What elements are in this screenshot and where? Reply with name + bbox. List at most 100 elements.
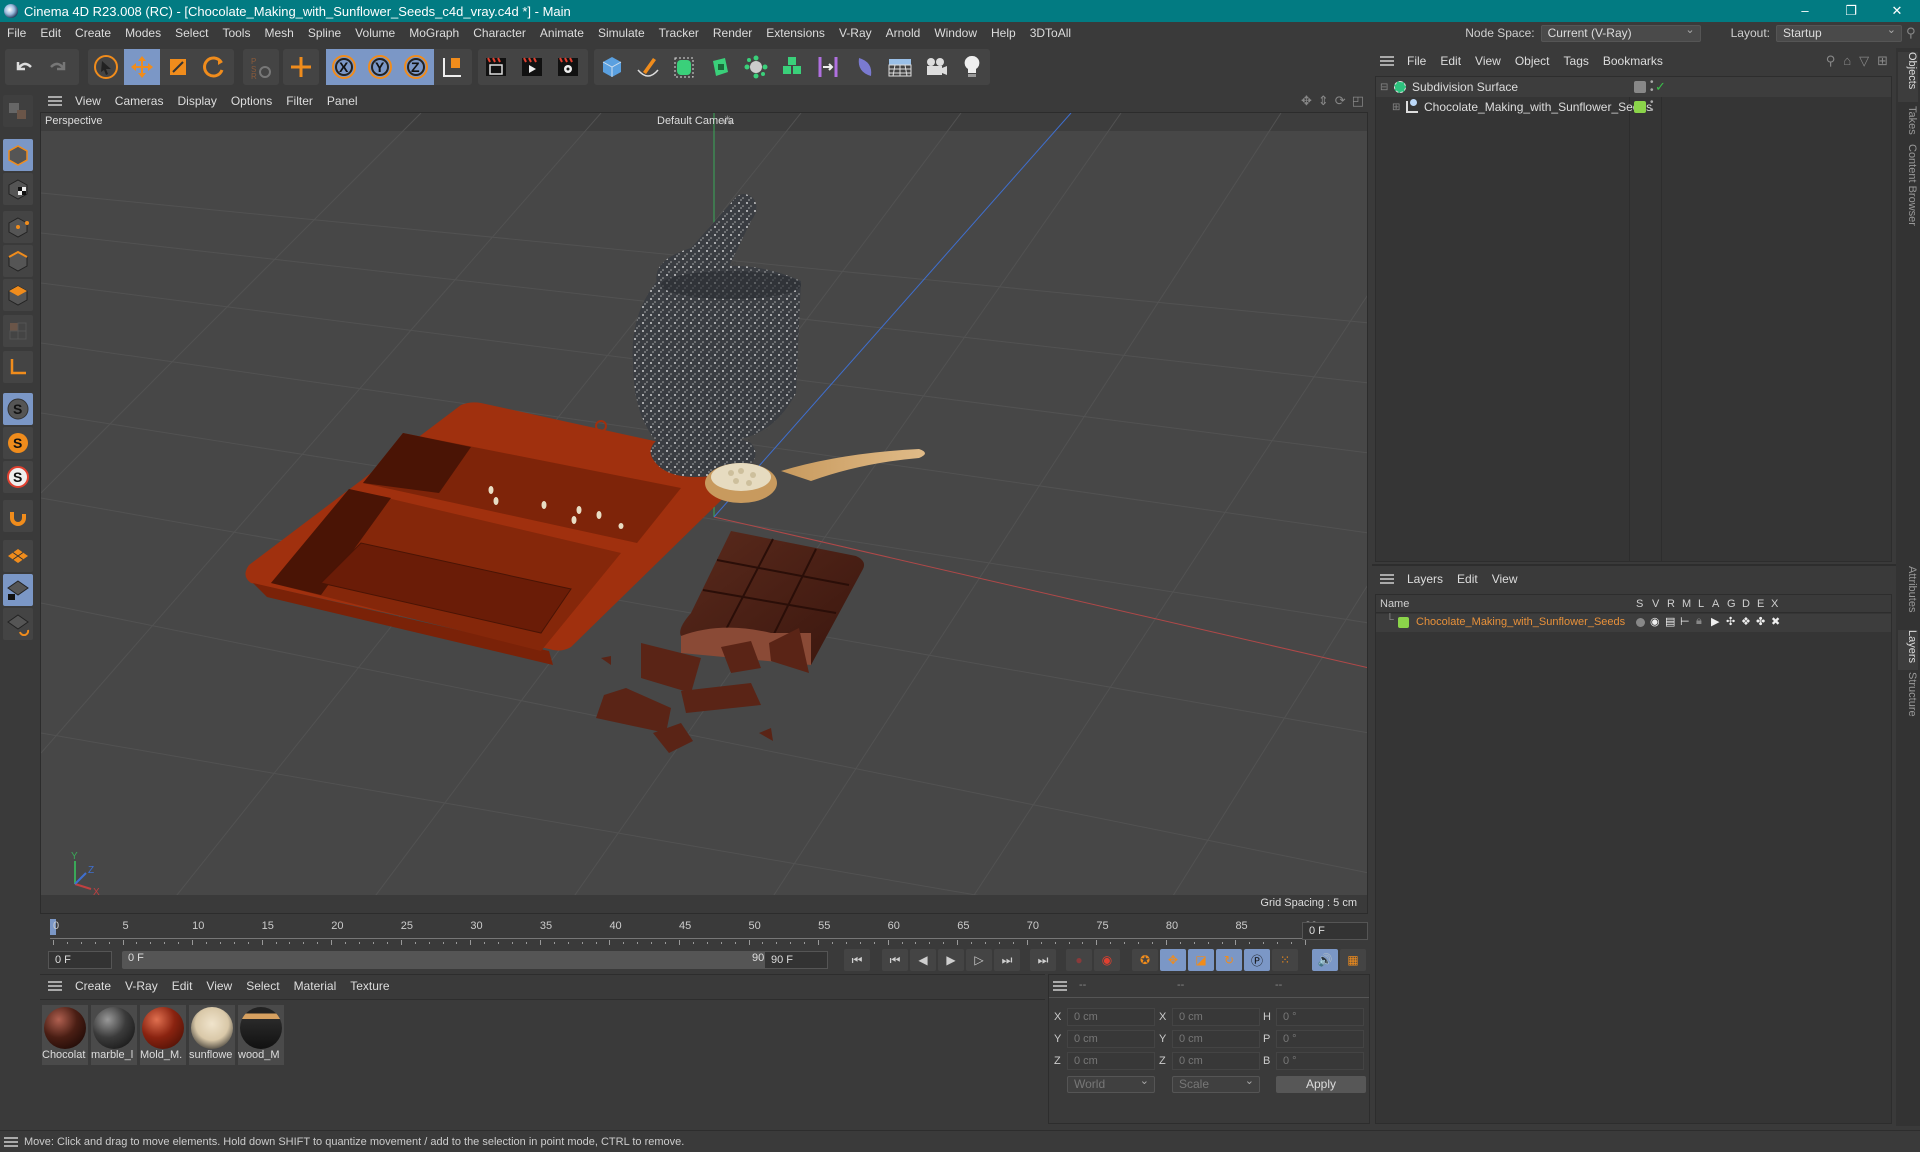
menu-animate[interactable]: Animate <box>533 22 591 44</box>
objects-menu-edit[interactable]: Edit <box>1433 54 1468 68</box>
key-scale-button[interactable]: ◪ <box>1188 949 1214 971</box>
tab-objects[interactable]: Objects <box>1898 52 1918 102</box>
pen-button[interactable] <box>630 49 666 85</box>
material-swatch[interactable]: Chocolat <box>42 1005 88 1065</box>
minimize-button[interactable]: – <box>1782 0 1828 22</box>
objects-hamburger-icon[interactable] <box>1380 56 1394 66</box>
pos-z-field[interactable]: 0 cm <box>1067 1052 1155 1070</box>
menu-select[interactable]: Select <box>168 22 215 44</box>
material-swatch[interactable]: marble_l <box>91 1005 137 1065</box>
status-hamburger-icon[interactable] <box>4 1136 18 1147</box>
column-generators[interactable]: G <box>1727 598 1736 610</box>
menu-mesh[interactable]: Mesh <box>257 22 300 44</box>
material-menu-vray[interactable]: V-Ray <box>118 979 165 993</box>
workplane-align-button[interactable] <box>3 608 33 640</box>
model-mode-button[interactable] <box>3 95 33 127</box>
menu-volume[interactable]: Volume <box>348 22 402 44</box>
render-picture-viewer-button[interactable] <box>514 49 550 85</box>
size-y-field[interactable]: 0 cm <box>1172 1030 1260 1048</box>
expression-icon[interactable]: ✤ <box>1756 615 1765 628</box>
xref-icon[interactable]: ✖ <box>1771 615 1780 628</box>
column-locked[interactable]: L <box>1698 598 1704 610</box>
viewport-menu-panel[interactable]: Panel <box>320 94 365 108</box>
layer-color-tag[interactable] <box>1634 101 1646 113</box>
tab-layers[interactable]: Layers <box>1898 630 1918 670</box>
objects-menu-tags[interactable]: Tags <box>1557 54 1596 68</box>
visibility-dots-icon[interactable]: • • <box>1650 98 1654 116</box>
material-menu-view[interactable]: View <box>199 979 239 993</box>
column-xrefs[interactable]: X <box>1771 598 1778 610</box>
snap-settings-button[interactable]: S <box>3 427 33 459</box>
column-deformers[interactable]: D <box>1742 598 1750 610</box>
menu-arnold[interactable]: Arnold <box>879 22 928 44</box>
rotate-view-icon[interactable]: ⟳ <box>1335 93 1346 109</box>
new-window-icon[interactable]: ⊞ <box>1877 53 1888 69</box>
coord-hamburger-icon[interactable] <box>1053 981 1067 991</box>
layout-select[interactable]: Startup <box>1776 23 1902 42</box>
layers-menu-edit[interactable]: Edit <box>1450 572 1485 586</box>
symmetry-button[interactable] <box>810 49 846 85</box>
column-manager[interactable]: M <box>1682 598 1691 610</box>
search-icon[interactable]: ⚲ <box>1826 53 1836 69</box>
material-swatch[interactable]: sunflowe <box>189 1005 235 1065</box>
size-x-field[interactable]: 0 cm <box>1172 1008 1260 1026</box>
goto-start-button[interactable]: ⏮ <box>844 949 870 971</box>
menu-file[interactable]: File <box>0 22 33 44</box>
snap-button[interactable]: S <box>3 393 33 425</box>
locked-workplane-button[interactable] <box>3 574 33 606</box>
menu-render[interactable]: Render <box>706 22 759 44</box>
key-pla-button[interactable]: ⁙ <box>1272 949 1298 971</box>
cloner-button[interactable] <box>738 49 774 85</box>
prev-key-button[interactable]: ⏮ <box>882 949 908 971</box>
scale-tool-button[interactable] <box>160 49 196 85</box>
key-parameter-button[interactable]: Ⓟ <box>1244 949 1270 971</box>
solo-button[interactable]: S <box>3 461 33 493</box>
prev-frame-button[interactable]: ◀ <box>910 949 936 971</box>
menu-create[interactable]: Create <box>68 22 118 44</box>
pan-view-icon[interactable]: ✥ <box>1301 93 1312 109</box>
dolly-view-icon[interactable]: ⇕ <box>1318 93 1329 109</box>
key-rotation-button[interactable]: ↻ <box>1216 949 1242 971</box>
generator-icon[interactable]: ✣ <box>1726 615 1735 628</box>
deformer-button[interactable] <box>846 49 882 85</box>
rotate-tool-button[interactable] <box>196 49 232 85</box>
eye-icon[interactable]: ◉ <box>1650 615 1660 628</box>
material-menu-edit[interactable]: Edit <box>165 979 200 993</box>
polygon-mode-button[interactable] <box>3 279 33 311</box>
objects-menu-file[interactable]: File <box>1400 54 1433 68</box>
material-hamburger-icon[interactable] <box>48 981 62 991</box>
layers-menu-view[interactable]: View <box>1485 572 1525 586</box>
viewport-menu-view[interactable]: View <box>68 94 108 108</box>
lock-icon[interactable]: 🔒︎ <box>1696 615 1702 628</box>
layer-color-swatch[interactable] <box>1398 617 1409 628</box>
menu-3dtoall[interactable]: 3DToAll <box>1023 22 1078 44</box>
material-menu-material[interactable]: Material <box>287 979 344 993</box>
floor-button[interactable] <box>882 49 918 85</box>
apply-button[interactable]: Apply <box>1276 1076 1366 1093</box>
visibility-dots-icon[interactable]: • • <box>1650 78 1654 96</box>
maximize-button[interactable]: ❐ <box>1828 0 1874 22</box>
material-swatch[interactable]: Mold_M. <box>140 1005 186 1065</box>
magnet-button[interactable] <box>3 500 33 532</box>
mograph-button[interactable] <box>774 49 810 85</box>
psr-button[interactable]: PSR <box>243 49 279 85</box>
rot-p-field[interactable]: 0 ° <box>1276 1030 1364 1048</box>
manager-tree-icon[interactable]: ⊢ <box>1680 615 1690 628</box>
texture-mode-button[interactable] <box>3 173 33 205</box>
camera-button[interactable] <box>918 49 954 85</box>
sound-button[interactable]: 🔊 <box>1312 949 1338 971</box>
z-axis-toggle[interactable]: Z <box>398 49 434 85</box>
uv-mode-button[interactable] <box>3 315 33 347</box>
redo-button[interactable] <box>41 49 77 85</box>
play-button[interactable]: ▶ <box>938 949 964 971</box>
light-button[interactable] <box>954 49 990 85</box>
material-menu-select[interactable]: Select <box>239 979 286 993</box>
object-name[interactable]: Chocolate_Making_with_Sunflower_Seeds <box>1424 100 1652 114</box>
search-icon[interactable]: ⚲ <box>1906 25 1920 41</box>
edge-mode-button[interactable] <box>3 245 33 277</box>
subdivision-button[interactable] <box>666 49 702 85</box>
workplane-button[interactable] <box>3 540 33 572</box>
hamburger-menu-icon[interactable] <box>48 96 62 106</box>
autokey-button[interactable]: ◉ <box>1094 949 1120 971</box>
menu-tracker[interactable]: Tracker <box>652 22 706 44</box>
